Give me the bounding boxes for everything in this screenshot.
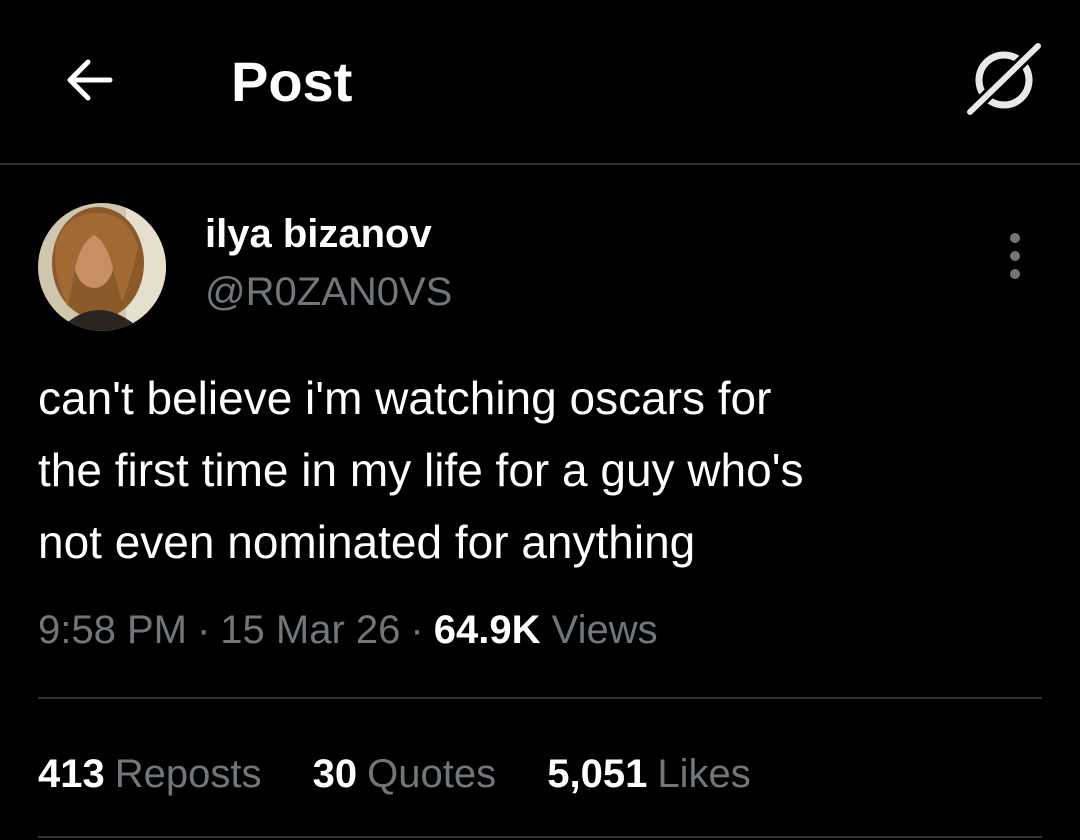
likes-stat[interactable]: 5,051 Likes	[547, 746, 751, 802]
quotes-count: 30	[312, 752, 358, 796]
top-bar: Post	[0, 0, 1080, 163]
grok-icon	[964, 40, 1044, 118]
avatar[interactable]	[38, 203, 166, 331]
grok-button[interactable]	[962, 38, 1044, 120]
stats-divider	[38, 697, 1042, 699]
post-time[interactable]: 9:58 PM	[38, 608, 187, 652]
views-label: Views	[551, 608, 658, 652]
likes-count: 5,051	[547, 752, 648, 796]
views-count: 64.9K	[433, 608, 541, 652]
profile-photo	[38, 203, 166, 331]
author-display-name[interactable]: ilya bizanov	[205, 210, 432, 258]
header-divider	[0, 163, 1080, 165]
more-options-button[interactable]	[995, 228, 1035, 284]
reposts-count: 413	[38, 752, 105, 796]
reposts-label: Reposts	[114, 752, 262, 796]
arrow-left-icon	[67, 59, 113, 101]
page-title: Post	[231, 50, 353, 113]
quotes-stat[interactable]: 30 Quotes	[313, 746, 496, 802]
engagement-stats: 413 Reposts 30 Quotes 5,051 Likes	[38, 746, 791, 802]
post-text: can't believe i'm watching oscars for th…	[38, 372, 804, 568]
quotes-label: Quotes	[367, 752, 497, 796]
author-handle: @R0ZAN0VS	[205, 270, 453, 314]
post-metadata: 9:58 PM · 15 Mar 26 · 64.9K Views	[38, 602, 658, 658]
more-vertical-icon	[1010, 233, 1020, 279]
back-button[interactable]	[58, 48, 122, 112]
meta-separator: ·	[196, 608, 211, 652]
meta-separator: ·	[410, 608, 424, 652]
bottom-divider	[38, 836, 1042, 838]
post-date[interactable]: 15 Mar 26	[220, 608, 400, 652]
likes-label: Likes	[657, 752, 751, 796]
reposts-stat[interactable]: 413 Reposts	[38, 746, 262, 802]
